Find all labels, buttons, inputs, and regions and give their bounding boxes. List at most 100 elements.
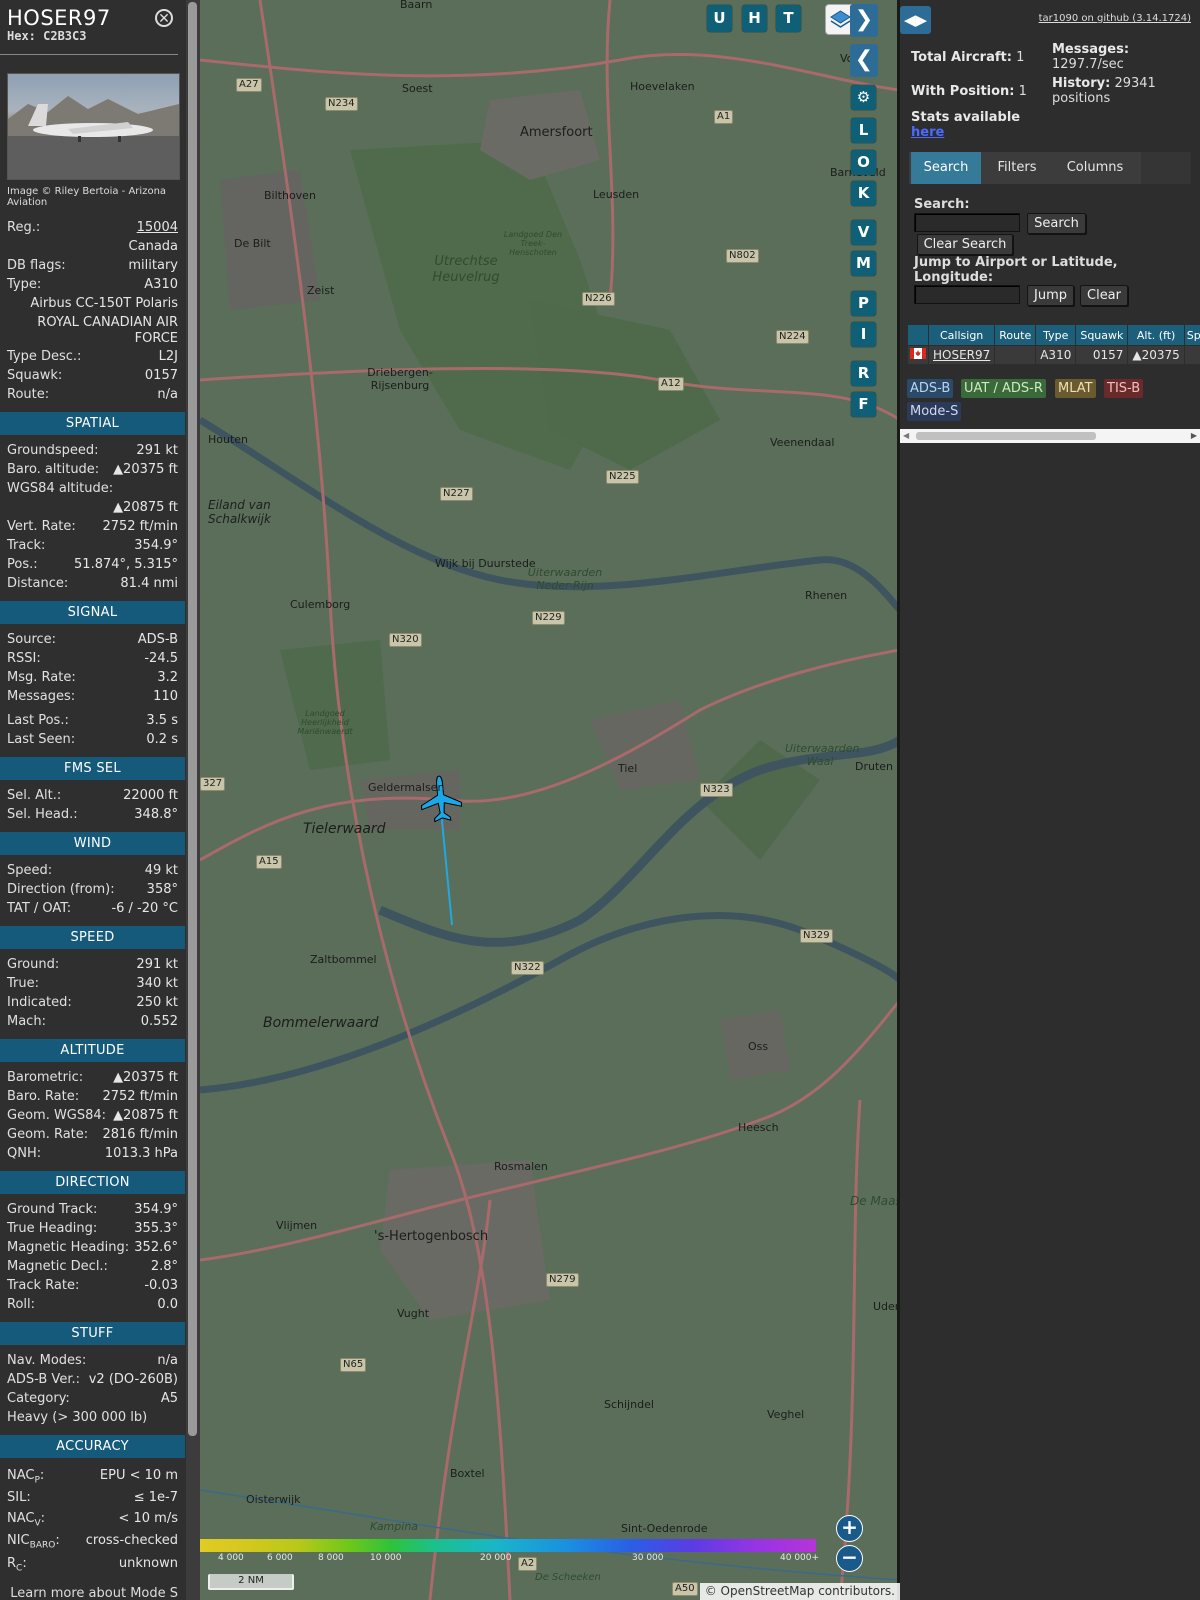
section-altitude: ALTITUDE: [0, 1039, 185, 1062]
altitude-row: Baro. Rate: 2752 ft/min: [0, 1087, 185, 1106]
info-panel-content: HOSER97 Hex: C2B3C3 ✕ Image © Riley Bert…: [0, 0, 185, 1600]
wind-value: 358°: [146, 882, 178, 897]
speed-row: Mach: 0.552: [0, 1012, 185, 1031]
section-wind: WIND: [0, 832, 185, 855]
tab-search[interactable]: Search: [911, 152, 981, 184]
table-horizontal-scrollbar[interactable]: ◀ ▶: [900, 429, 1200, 443]
collapse-left-button[interactable]: ❮: [850, 44, 878, 77]
speed-label: Mach:: [7, 1014, 46, 1029]
tab-columns[interactable]: Columns: [1053, 152, 1137, 184]
reg-value[interactable]: 15004: [137, 220, 178, 235]
jump-button[interactable]: Jump: [1027, 285, 1074, 306]
row-callsign-link[interactable]: HOSER97: [933, 348, 990, 362]
jump-input[interactable]: [914, 285, 1020, 304]
row-squawk: 0157: [1076, 346, 1128, 364]
stats-link[interactable]: here: [911, 125, 944, 140]
row-altitude: ▲20375: [1128, 346, 1184, 364]
search-button[interactable]: Search: [1027, 213, 1086, 234]
wind-label: Speed:: [7, 863, 53, 878]
zoom-out-button[interactable]: −: [836, 1545, 863, 1572]
settings-button[interactable]: ⚙: [851, 85, 876, 110]
github-link[interactable]: tar1090 on github (3.14.1724): [1039, 13, 1191, 24]
direction-value: 355.3°: [134, 1221, 178, 1236]
map-label-descheeken: De Scheeken: [535, 1572, 601, 1583]
col-squawk[interactable]: Squawk: [1076, 325, 1128, 345]
history-stat: History: 29341 positions: [1052, 76, 1156, 106]
stuff-label: ADS-B Ver.:: [7, 1372, 80, 1387]
col-route[interactable]: Route: [995, 325, 1036, 345]
row-route: [995, 346, 1036, 364]
badge-uat[interactable]: UAT / ADS-R: [961, 379, 1046, 398]
direction-label: Track Rate:: [7, 1278, 80, 1293]
rc-row[interactable]: RC: unknown: [0, 1552, 185, 1575]
map-label-soest: Soest: [402, 82, 433, 95]
horizontal-scroll-thumb[interactable]: [916, 432, 1096, 440]
map-button-r[interactable]: R: [851, 361, 876, 386]
map-label-sintoedenrode: Sint-Oedenrode: [621, 1522, 708, 1535]
speed-label: Ground:: [7, 957, 60, 972]
map-button-f[interactable]: F: [851, 392, 876, 417]
table-row[interactable]: HOSER97 A310 0157 ▲20375: [908, 346, 1200, 364]
toggle-sidebar-button[interactable]: ◀▶: [900, 6, 931, 34]
map-button-v[interactable]: V: [851, 220, 876, 245]
badge-modes[interactable]: Mode-S: [907, 402, 962, 421]
scroll-left-icon[interactable]: ◀: [903, 431, 909, 440]
road-tag-a2: A2: [518, 1557, 538, 1571]
aircraft-photo-image: [8, 96, 179, 179]
tab-filters[interactable]: Filters: [984, 152, 1050, 184]
direction-value: -0.03: [144, 1278, 178, 1293]
map-button-h[interactable]: H: [742, 5, 767, 32]
badge-mlat[interactable]: MLAT: [1055, 379, 1096, 398]
map-button-i[interactable]: I: [851, 322, 876, 347]
aircraft-photo[interactable]: [7, 73, 180, 180]
chevron-right-icon: ❯: [854, 7, 874, 32]
col-callsign[interactable]: Callsign: [929, 325, 995, 345]
signal-value: ADS-B: [137, 632, 178, 647]
col-flag[interactable]: [908, 325, 928, 345]
signal-value: 110: [153, 689, 178, 704]
map-button-o[interactable]: O: [851, 150, 876, 175]
info-panel-scrollbar[interactable]: [186, 0, 200, 1600]
map-view[interactable]: Baarn Soest Amersfoort Hoevelaken Leusde…: [200, 0, 900, 1600]
clear-search-button[interactable]: Clear Search: [917, 234, 1013, 255]
road-tag-n279: N279: [546, 1273, 579, 1287]
flag-cell: [908, 346, 928, 364]
col-type[interactable]: Type: [1036, 325, 1076, 345]
nacv-row[interactable]: NACV: < 10 m/s: [0, 1508, 185, 1529]
close-icon[interactable]: ✕: [155, 9, 173, 27]
badge-adsb[interactable]: ADS-B: [907, 379, 954, 398]
reg-link[interactable]: 15004: [137, 218, 178, 237]
road-tag-n234: N234: [325, 97, 358, 111]
fms-row: Sel. Alt.: 22000 ft: [0, 786, 185, 805]
expand-right-button[interactable]: ❯: [850, 4, 878, 37]
map-button-l[interactable]: L: [851, 118, 876, 143]
map-button-u[interactable]: U: [707, 5, 732, 32]
map-button-k[interactable]: K: [851, 181, 876, 206]
speed-value: 340 kt: [136, 976, 178, 991]
map-button-t[interactable]: T: [776, 5, 801, 32]
nacp-row[interactable]: NACP: EPU < 10 m: [0, 1464, 185, 1487]
col-speed[interactable]: Sp: [1184, 325, 1200, 345]
badge-tisb[interactable]: TIS-B: [1104, 379, 1144, 398]
search-input[interactable]: [914, 213, 1020, 232]
scrollbar-thumb[interactable]: [188, 2, 197, 1436]
nicbaro-row[interactable]: NICBARO: cross-checked: [0, 1529, 185, 1552]
map-attribution[interactable]: © OpenStreetMap contributors.: [699, 1583, 900, 1600]
map-label-oisterwijk: Oisterwijk: [246, 1493, 301, 1506]
road-tag-n224: N224: [776, 330, 809, 344]
stuff-row: Heavy (> 300 000 lb): [0, 1408, 185, 1427]
fms-value: 348.8°: [134, 807, 178, 822]
fms-label: Sel. Head.:: [7, 807, 78, 822]
row-callsign[interactable]: HOSER97: [929, 346, 995, 364]
stuff-value: n/a: [157, 1353, 178, 1368]
clear-button[interactable]: Clear: [1080, 285, 1128, 306]
map-label-geldermalsen: Geldermalsen: [368, 781, 445, 794]
map-button-m[interactable]: M: [851, 251, 876, 276]
sil-row[interactable]: SIL: ≤ 1e-7: [0, 1487, 185, 1508]
col-altitude[interactable]: Alt. (ft): [1128, 325, 1184, 345]
squawk-value: 0157: [144, 368, 178, 383]
altitude-tick: 8 000: [318, 1553, 344, 1563]
map-button-p[interactable]: P: [851, 291, 876, 316]
zoom-in-button[interactable]: +: [836, 1515, 863, 1542]
scroll-right-icon[interactable]: ▶: [1191, 431, 1197, 440]
